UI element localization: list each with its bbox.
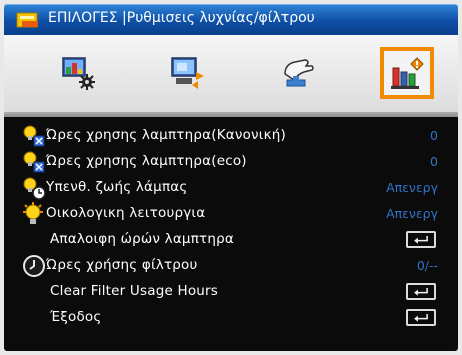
menu-item-value: Απενεργ xyxy=(386,180,438,195)
menu-item-value: Απενεργ xyxy=(386,206,438,221)
menu-item-label: Ώρες χρησης λαμπτηρα(eco) xyxy=(46,153,247,169)
projector-osd: ΕΠΙΛΟΓΕΣ |Ρυθμισεις λυχνίας/φίλτρου Ώρες… xyxy=(0,0,462,355)
title-bar: ΕΠΙΛΟΓΕΣ |Ρυθμισεις λυχνίας/φίλτρου xyxy=(4,4,458,35)
options-menu-icon xyxy=(16,12,38,28)
settings-menu: Ώρες χρησης λαμπτηρα(Κανονική) 0 Ώρες χρ… xyxy=(4,117,458,351)
lamp-hours-normal-row[interactable]: Ώρες χρησης λαμπτηρα(Κανονική) 0 xyxy=(4,123,458,149)
menu-tabs xyxy=(4,35,458,112)
menu-item-label: Ώρες χρησης λαμπτηρα(Κανονική) xyxy=(46,127,286,143)
tab-setup[interactable] xyxy=(270,47,324,99)
menu-item-label: Οικολογικη λειτουργια xyxy=(46,205,206,221)
menu-item-label: Υπενθ. ζωής λάμπας xyxy=(46,179,188,195)
clear-filter-hours-row[interactable]: Clear Filter Usage Hours xyxy=(4,279,458,305)
filter-hours-row[interactable]: Ώρες χρήσης φίλτρου 0/-- xyxy=(4,253,458,279)
eco-mode-row[interactable]: Οικολογικη λειτουργια Απενεργ xyxy=(4,201,458,227)
menu-item-label: Ώρες χρήσης φίλτρου xyxy=(46,257,198,273)
display-image-icon xyxy=(62,57,95,90)
exit-row[interactable]: Έξοδος xyxy=(4,305,458,331)
page-title: ΕΠΙΛΟΓΕΣ |Ρυθμισεις λυχνίας/φίλτρου xyxy=(48,10,315,26)
tab-display[interactable] xyxy=(161,47,215,99)
hand-setup-icon xyxy=(284,59,314,87)
lamp-reminder-row[interactable]: Υπενθ. ζωής λάμπας Απενεργ xyxy=(4,175,458,201)
menu-item-label: Απαλοιφη ώρών λαμπτηρα xyxy=(50,231,235,247)
menu-item-label: Έξοδος xyxy=(50,309,102,325)
lamp-eco-icon xyxy=(23,151,45,173)
enter-icon[interactable] xyxy=(406,309,436,326)
options-lamp-icon xyxy=(391,57,424,89)
menu-item-value: 0/-- xyxy=(416,258,438,273)
tab-image[interactable] xyxy=(52,47,106,99)
menu-item-value: 0 xyxy=(430,154,438,169)
lamp-hours-eco-row[interactable]: Ώρες χρησης λαμπτηρα(eco) 0 xyxy=(4,149,458,175)
settings-screen-icon xyxy=(171,57,204,89)
reset-lamp-hours-row[interactable]: Απαλοιφη ώρών λαμπτηρα xyxy=(4,227,458,253)
eco-mode-icon xyxy=(23,202,43,224)
lamp-reminder-icon xyxy=(23,177,46,200)
enter-icon[interactable] xyxy=(406,231,436,248)
enter-icon[interactable] xyxy=(406,283,436,300)
tab-options[interactable] xyxy=(380,47,434,99)
menu-item-value: 0 xyxy=(430,128,438,143)
lamp-normal-icon xyxy=(23,125,45,147)
clock-icon xyxy=(23,255,45,277)
menu-item-label: Clear Filter Usage Hours xyxy=(50,283,219,299)
